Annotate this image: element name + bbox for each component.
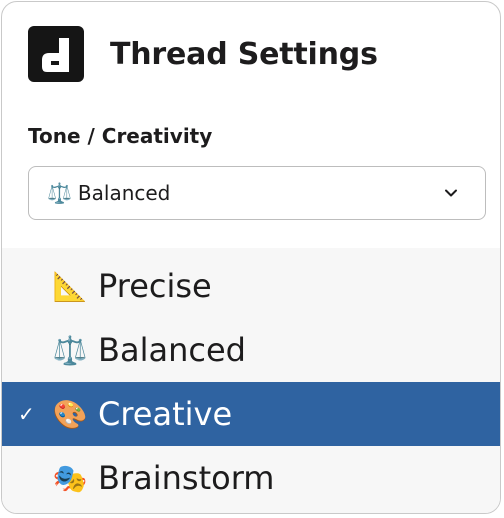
thread-settings-panel: Thread Settings Tone / Creativity ⚖️ Bal… <box>1 1 501 514</box>
tone-select[interactable]: ⚖️ Balanced <box>28 166 486 220</box>
checkmark-icon: ✓ <box>18 402 35 426</box>
triangular-ruler-icon: 📐 <box>52 269 88 303</box>
option-creative[interactable]: ✓ 🎨 Creative <box>2 382 500 446</box>
selected-value: Balanced <box>77 181 171 205</box>
tone-field-label: Tone / Creativity <box>28 124 213 148</box>
option-balanced[interactable]: ⚖️ Balanced <box>2 318 500 382</box>
performing-arts-icon: 🎭 <box>52 461 88 495</box>
chevron-down-icon[interactable] <box>443 185 459 201</box>
balance-scale-icon: ⚖️ <box>52 333 88 367</box>
option-label: Balanced <box>98 331 246 369</box>
tone-dropdown-menu: 📐 Precise ⚖️ Balanced ✓ 🎨 Creative 🎭 Bra… <box>2 248 500 513</box>
artist-palette-icon: 🎨 <box>52 397 88 431</box>
page-title: Thread Settings <box>110 36 378 72</box>
option-precise[interactable]: 📐 Precise <box>2 254 500 318</box>
option-label: Creative <box>98 395 233 433</box>
option-brainstorm[interactable]: 🎭 Brainstorm <box>2 446 500 510</box>
d-logo-icon <box>28 26 84 82</box>
balance-scale-icon: ⚖️ <box>47 181 72 205</box>
option-label: Precise <box>98 267 212 305</box>
header: Thread Settings <box>28 26 378 82</box>
option-label: Brainstorm <box>98 459 275 497</box>
